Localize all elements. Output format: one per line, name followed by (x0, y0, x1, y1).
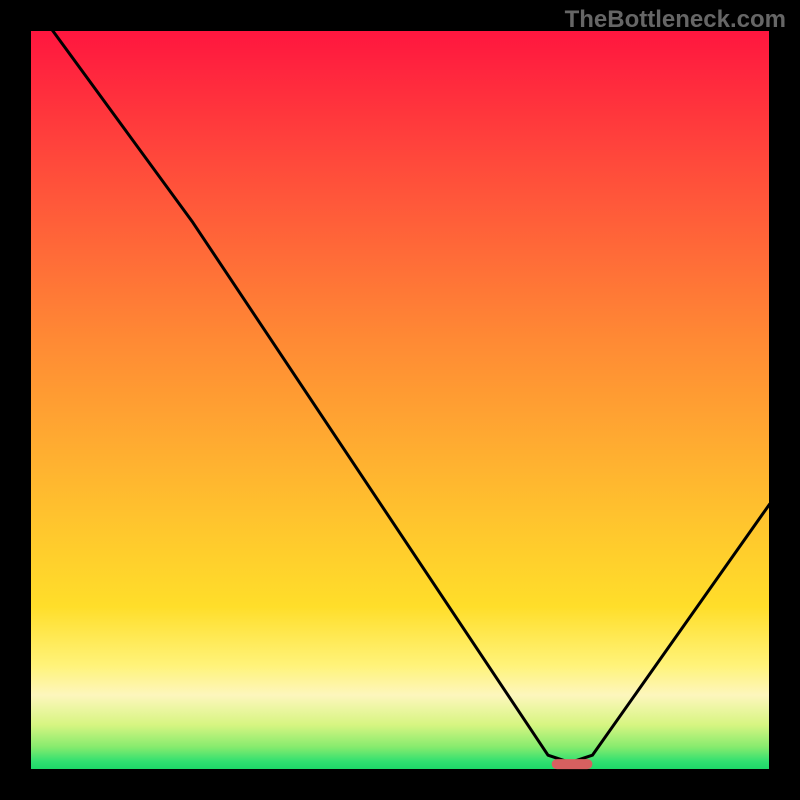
chart-container: TheBottleneck.com (0, 0, 800, 800)
plot-background-gradient (30, 30, 770, 770)
watermark-text: TheBottleneck.com (565, 6, 786, 34)
